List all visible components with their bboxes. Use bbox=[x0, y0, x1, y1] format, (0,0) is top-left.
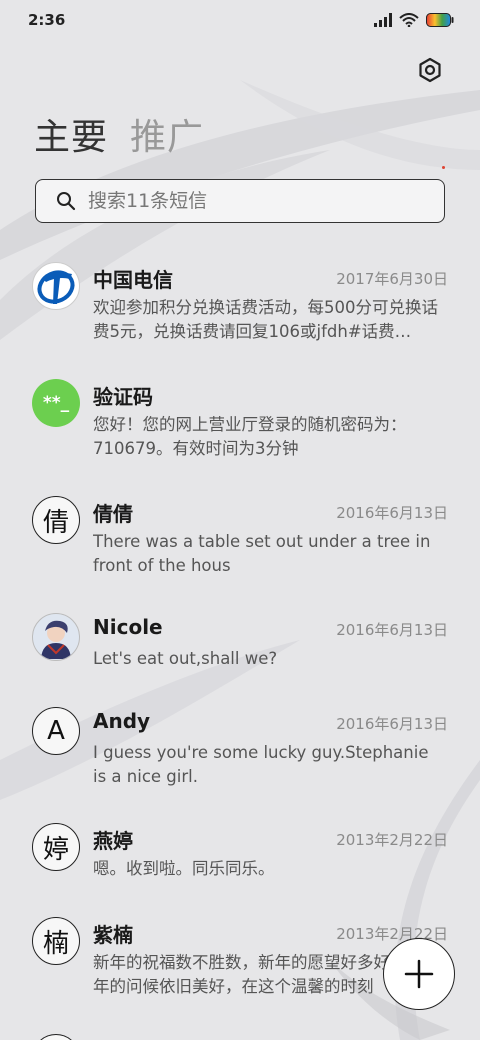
search-box[interactable] bbox=[35, 179, 445, 223]
conversation-row[interactable]: 玲 子玲 bbox=[0, 1024, 480, 1040]
avatar: 倩 bbox=[32, 496, 80, 544]
avatar: 玲 bbox=[32, 1034, 80, 1040]
message-date: 2017年6月30日 bbox=[336, 270, 448, 288]
message-date: 2013年2月22日 bbox=[336, 831, 448, 849]
conversation-row[interactable]: 中国电信 2017年6月30日 欢迎参加积分兑换话费活动，每500分可兑换话费5… bbox=[0, 252, 480, 362]
conversation-row[interactable]: A Andy 2016年6月13日 I guess you're some lu… bbox=[0, 697, 480, 807]
search-icon bbox=[56, 190, 78, 212]
conversation-row[interactable]: **_ 验证码 您好！您的网上营业厅登录的随机密码为：710679。有效时间为3… bbox=[0, 369, 480, 479]
message-snippet: I guess you're some lucky guy.Stephanie … bbox=[93, 743, 429, 786]
search-input[interactable] bbox=[88, 190, 408, 212]
avatar-text: **_ bbox=[42, 393, 70, 413]
avatar: 婷 bbox=[32, 823, 80, 871]
signal-icon bbox=[374, 13, 392, 27]
message-snippet: 您好！您的网上营业厅登录的随机密码为：710679。有效时间为3分钟 bbox=[93, 415, 407, 458]
settings-button[interactable] bbox=[416, 56, 444, 84]
avatar: 楠 bbox=[32, 917, 80, 965]
contact-name: 子玲 bbox=[93, 1036, 133, 1040]
avatar: A bbox=[32, 707, 80, 755]
battery-icon bbox=[426, 13, 454, 27]
contact-name: 紫楠 bbox=[93, 923, 133, 947]
status-bar: 2:36 bbox=[0, 0, 480, 40]
tab-promotions[interactable]: 推广 bbox=[130, 108, 204, 160]
wifi-icon bbox=[399, 13, 419, 27]
contact-name: 中国电信 bbox=[93, 268, 173, 292]
message-snippet: 欢迎参加积分兑换话费活动，每500分可兑换话费5元，兑换话费请回复106或jfd… bbox=[93, 298, 438, 341]
verify-code-avatar: **_ bbox=[32, 379, 80, 427]
message-snippet: 嗯。收到啦。同乐同乐。 bbox=[93, 859, 275, 878]
status-icons bbox=[374, 13, 454, 27]
category-tabs: 主要 推广 bbox=[34, 108, 204, 160]
plus-icon bbox=[404, 959, 434, 989]
contact-name: 验证码 bbox=[93, 385, 153, 409]
china-telecom-logo-icon bbox=[32, 262, 80, 310]
contact-name: 倩倩 bbox=[93, 502, 133, 526]
status-time: 2:36 bbox=[28, 11, 66, 29]
contact-name: Andy bbox=[93, 709, 151, 733]
message-snippet: There was a table set out under a tree i… bbox=[93, 532, 431, 575]
gear-icon bbox=[419, 57, 441, 83]
avatar-letter: 婷 bbox=[42, 834, 69, 865]
tab-main[interactable]: 主要 bbox=[34, 108, 108, 160]
message-date: 2016年6月13日 bbox=[336, 715, 448, 733]
notification-dot bbox=[442, 166, 445, 169]
avatar-letter: 倩 bbox=[42, 507, 69, 538]
compose-button[interactable] bbox=[383, 938, 455, 1010]
avatar-photo bbox=[32, 613, 80, 661]
message-date: 2016年6月13日 bbox=[336, 504, 448, 522]
avatar-letter: A bbox=[47, 716, 65, 746]
message-date: 2016年6月13日 bbox=[336, 621, 448, 639]
avatar-letter: 楠 bbox=[42, 928, 69, 959]
message-snippet: Let's eat out,shall we? bbox=[93, 649, 278, 668]
contact-name: 燕婷 bbox=[93, 829, 133, 853]
conversation-row[interactable]: 倩 倩倩 2016年6月13日 There was a table set ou… bbox=[0, 486, 480, 596]
contact-name: Nicole bbox=[93, 615, 163, 639]
